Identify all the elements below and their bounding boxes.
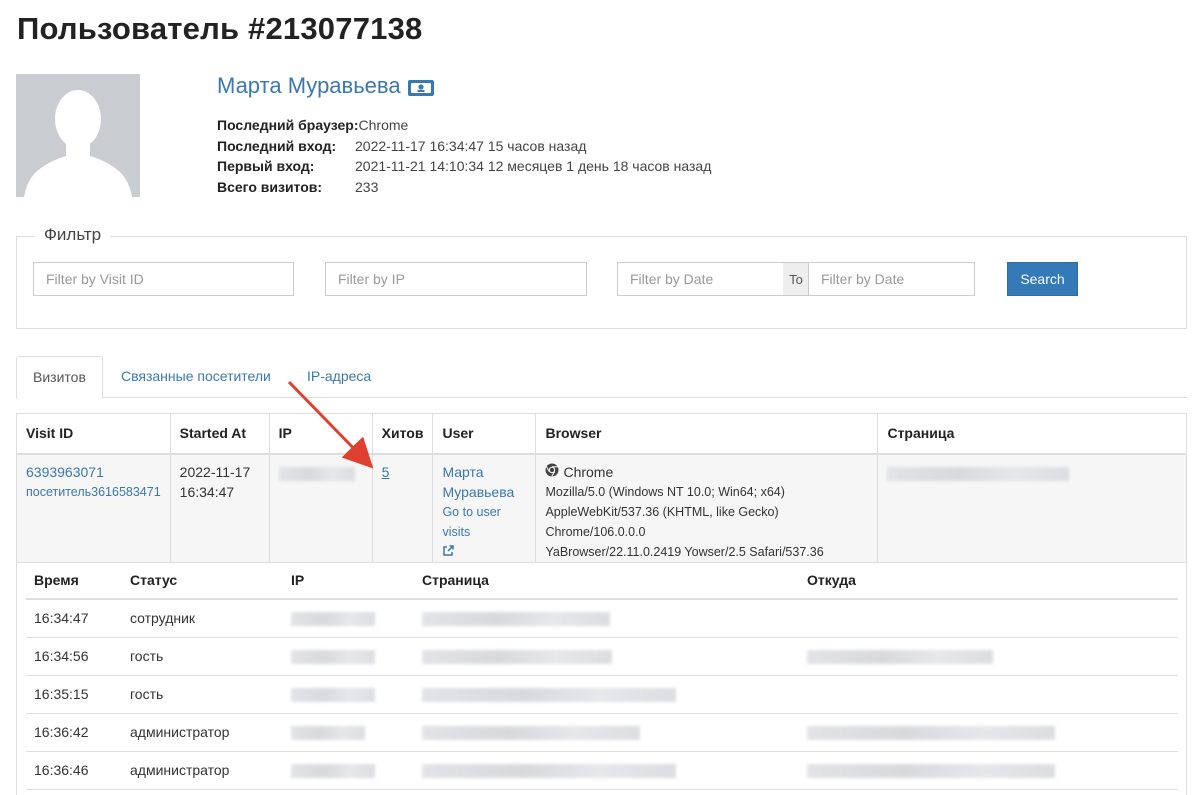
go-to-user-visits-link[interactable]: Go to user visits: [442, 502, 526, 542]
redacted-ip: [291, 688, 375, 703]
filter-legend: Фильтр: [35, 225, 111, 245]
user-agent-line-2: AppleWebKit/537.36 (KHTML, like Gecko) C…: [545, 504, 779, 539]
visit-id-link[interactable]: 6393963071: [26, 462, 161, 482]
visit-id-cell: 6393963071 посетитель3616583471: [16, 453, 171, 563]
info-last-login: Последний вход: 2022-11-17 16:34:47 15 ч…: [217, 137, 587, 154]
user-info: Последний браузер: Chrome Последний вход…: [217, 115, 711, 197]
hits-link[interactable]: 5: [382, 464, 390, 480]
col-referrer: Откуда: [799, 561, 1178, 600]
redacted-ip: [278, 466, 355, 481]
search-button[interactable]: Search: [1007, 262, 1078, 296]
table-row: 16:35:15 гость: [26, 675, 1178, 714]
redacted-referrer: [807, 726, 1055, 741]
col-started-at: Started At: [169, 413, 270, 455]
info-last-browser: Последний браузер: Chrome: [217, 117, 409, 133]
date-to-filter-input[interactable]: [808, 262, 975, 296]
ip-cell: [268, 453, 373, 563]
tabs-bar: Визитов Связанные посетители IP-адреса: [16, 356, 1187, 399]
col-page: Страница: [877, 413, 1187, 455]
redacted-page-url: [422, 688, 676, 703]
visits-table: Visit ID Started At IP Хитов User Browse…: [16, 413, 1187, 563]
col-hit-ip: IP: [283, 561, 414, 600]
hits-cell: 5: [371, 453, 434, 563]
page-title: Пользователь #213077138: [17, 11, 423, 46]
redacted-ip: [291, 726, 365, 741]
hits-header-row: Время Статус IP Страница Откуда: [26, 561, 1178, 600]
col-browser: Browser: [535, 413, 879, 455]
user-cell: Марта Муравьева Go to user visits: [432, 453, 537, 563]
page-cell: [877, 453, 1187, 563]
tab-visits[interactable]: Визитов: [16, 356, 103, 399]
col-user: User: [432, 413, 537, 455]
redacted-page-url: [887, 466, 1070, 481]
table-row: 16:34:56 гость: [26, 637, 1178, 676]
col-status: Статус: [122, 561, 283, 600]
user-agent-line-1: Mozilla/5.0 (Windows NT 10.0; Win64; x64…: [545, 484, 785, 499]
redacted-referrer: [807, 764, 1055, 779]
redacted-ip: [291, 650, 375, 665]
browser-cell: Chrome Mozilla/5.0 (Windows NT 10.0; Win…: [535, 453, 879, 563]
started-at-cell: 2022-11-17 16:34:47: [169, 453, 270, 563]
col-time: Время: [26, 561, 122, 600]
browser-name: Chrome: [545, 462, 868, 482]
redacted-page-url: [422, 612, 610, 627]
col-ip: IP: [268, 413, 373, 455]
date-from-filter-input[interactable]: [617, 262, 784, 296]
user-link[interactable]: Марта Муравьева: [442, 462, 526, 502]
table-row: 6393963071 посетитель3616583471 2022-11-…: [16, 453, 1187, 563]
tab-ip-addresses[interactable]: IP-адреса: [291, 356, 387, 398]
user-name-text[interactable]: Марта Муравьева: [217, 73, 401, 99]
visits-header-row: Visit ID Started At IP Хитов User Browse…: [16, 413, 1187, 455]
tab-related-visitors[interactable]: Связанные посетители: [105, 356, 287, 398]
col-visit-id: Visit ID: [16, 413, 171, 455]
hits-table: Время Статус IP Страница Откуда 16:34:47…: [26, 561, 1178, 790]
info-total-visits: Всего визитов: 233: [217, 178, 379, 195]
table-row: 16:36:42 администратор: [26, 713, 1178, 752]
user-name[interactable]: Марта Муравьева: [217, 73, 435, 99]
redacted-page-url: [422, 650, 612, 665]
redacted-ip: [291, 612, 375, 627]
table-row: 16:36:46 администратор: [26, 751, 1178, 790]
table-row: 16:34:47 сотрудник: [26, 599, 1178, 638]
col-hit-page: Страница: [414, 561, 799, 600]
id-card-icon: [407, 77, 435, 96]
visitor-link[interactable]: посетитель3616583471: [26, 482, 161, 502]
col-hits: Хитов: [371, 413, 434, 455]
avatar: [16, 74, 140, 197]
hits-detail-panel: Время Статус IP Страница Откуда 16:34:47…: [16, 553, 1187, 795]
date-range-to-label: To: [783, 262, 809, 296]
redacted-referrer: [807, 650, 993, 665]
ip-filter-input[interactable]: [325, 262, 587, 296]
info-first-login: Первый вход: 2021-11-21 14:10:34 12 меся…: [217, 158, 712, 174]
redacted-page-url: [422, 726, 640, 741]
redacted-ip: [291, 764, 375, 779]
visit-id-filter-input[interactable]: [33, 262, 294, 296]
filter-panel: Фильтр To Search: [16, 225, 1187, 329]
chrome-icon: [545, 462, 559, 482]
redacted-page-url: [422, 764, 676, 779]
